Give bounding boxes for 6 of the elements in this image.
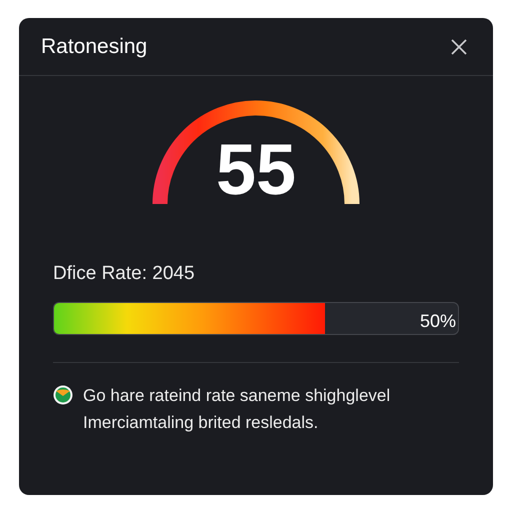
close-icon xyxy=(450,38,468,56)
progress-reading: 50% xyxy=(420,310,456,332)
note-text: Go hare rateind rate saneme shighglevel Imerciamtaling brited resledals. xyxy=(83,384,390,434)
rate-label: Dfice Rate: 2045 xyxy=(53,262,196,286)
window-title: Ratonesing xyxy=(41,34,148,60)
gauge-value: 55 xyxy=(216,134,296,206)
